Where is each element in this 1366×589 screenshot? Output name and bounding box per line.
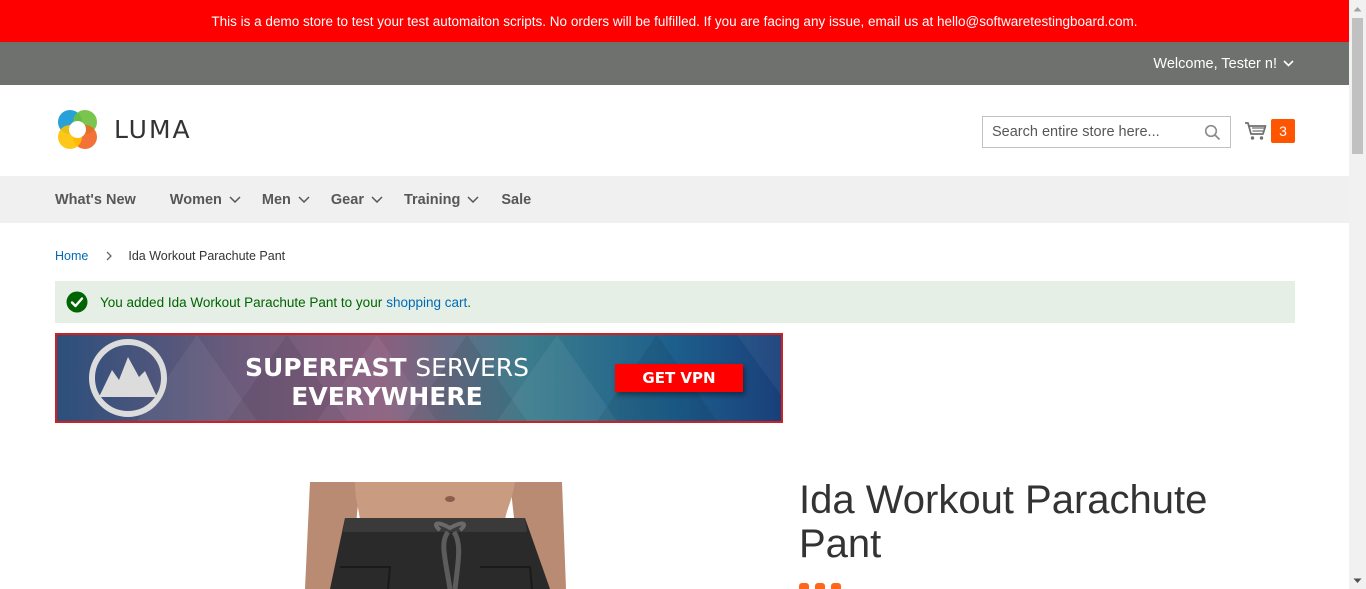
get-vpn-button[interactable]: GET VPN [615,364,743,392]
header-content: LUMA 3 [0,85,1349,176]
chevron-down-icon [371,196,383,203]
cart-icon [1245,122,1267,140]
nav-item-gear[interactable]: Gear [331,192,383,208]
ad-headline-bold: SUPERFAST [244,353,407,382]
minicart-button[interactable]: 3 [1244,119,1295,143]
nav-item-label: Women [169,191,222,208]
scroll-up-arrow[interactable] [1349,0,1366,17]
product-photo [300,482,570,589]
search-box [982,116,1231,148]
welcome-text: Welcome, Tester n! [1153,55,1277,72]
rating-stars [799,583,841,589]
vpn-ad-banner[interactable]: SUPERFAST SERVERS EVERYWHERE GET VPN [55,333,783,423]
chevron-down-icon [298,196,310,203]
ad-headline: SUPERFAST SERVERS EVERYWHERE [237,353,537,411]
scrollbar-thumb[interactable] [1352,18,1363,154]
nav-item-label: What's New [55,191,136,208]
star-icon [815,583,825,589]
nav-item-training[interactable]: Training [404,192,479,208]
scroll-down-arrow[interactable] [1349,572,1366,589]
search-icon[interactable] [1204,124,1221,141]
demo-notice-bar: This is a demo store to test your test a… [0,0,1349,42]
nav-item-label: Training [403,191,461,208]
panel-header: Welcome, Tester n! [0,42,1349,85]
chevron-down-icon [467,196,479,203]
chevron-down-icon [1283,60,1294,67]
demo-notice-text: This is a demo store to test your test a… [211,13,1138,29]
ad-headline-line2: EVERYWHERE [291,382,483,411]
breadcrumb-home-link[interactable]: Home [55,249,88,263]
product-image[interactable] [300,482,570,589]
logo[interactable]: LUMA [55,107,192,152]
logo-text: LUMA [114,115,192,144]
success-message-text: You added Ida Workout Parachute Pant to … [100,294,383,310]
chevron-down-icon [229,196,241,203]
nav-item-sale[interactable]: Sale [501,192,531,208]
nav-item-label: Sale [501,191,532,208]
product-title: Ida Workout Parachute Pant [799,478,1208,566]
page-scrollbar[interactable] [1349,0,1366,589]
main-navigation: What's New Women Men Gear Training Sale [0,176,1349,223]
star-icon [831,583,841,589]
check-circle-icon [66,291,88,313]
page: This is a demo store to test your test a… [0,0,1366,589]
cart-count-badge: 3 [1271,119,1295,143]
nav-item-women[interactable]: Women [170,192,241,208]
nav-item-men[interactable]: Men [262,192,310,208]
success-message-suffix: . [467,294,472,310]
search-input[interactable] [983,117,1195,147]
breadcrumb-current: Ida Workout Parachute Pant [128,249,286,263]
nav-item-label: Men [261,191,291,208]
nav-item-label: Gear [330,191,364,208]
customer-welcome-menu[interactable]: Welcome, Tester n! [1153,42,1294,85]
chevron-right-icon [106,251,113,261]
nav-item-whats-new[interactable]: What's New [55,192,136,208]
ad-headline-light: SERVERS [415,353,530,382]
star-icon [799,583,809,589]
success-message: You added Ida Workout Parachute Pant to … [55,281,1295,323]
luma-logo-icon [58,110,97,149]
breadcrumb: Home Ida Workout Parachute Pant [55,249,285,263]
nav-list: What's New Women Men Gear Training Sale [55,176,563,223]
shopping-cart-link[interactable]: shopping cart [386,295,467,310]
